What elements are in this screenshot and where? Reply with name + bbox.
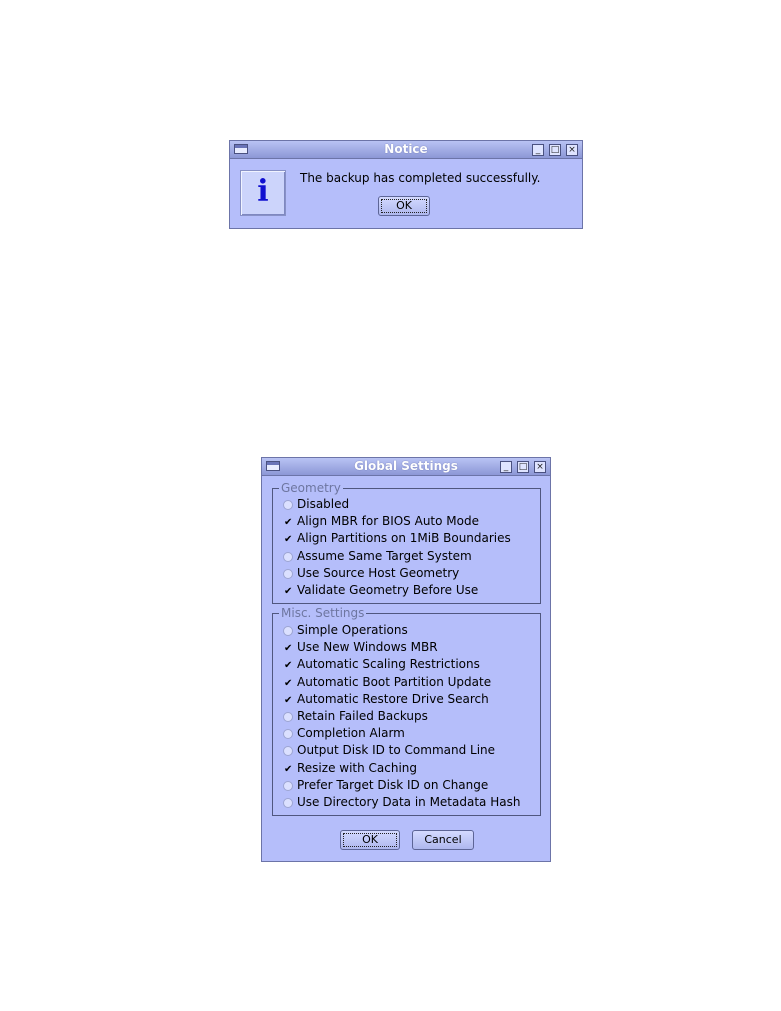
setting-option-label: Align Partitions on 1MiB Boundaries (297, 531, 511, 546)
settings-cancel-label: Cancel (424, 833, 462, 846)
misc-legend: Misc. Settings (279, 606, 367, 620)
minimize-icon[interactable]: _ (532, 144, 544, 156)
unchecked-box[interactable] (283, 626, 293, 636)
setting-option-label: Automatic Restore Drive Search (297, 691, 489, 706)
notice-title: Notice (384, 142, 428, 156)
settings-ok-label: OK (362, 833, 378, 846)
info-icon: i (240, 170, 286, 216)
setting-option-label: Completion Alarm (297, 726, 405, 741)
notice-dialog: Notice _ □ × i The backup has completed … (229, 140, 583, 229)
notice-ok-button[interactable]: OK (378, 196, 430, 216)
unchecked-box[interactable] (283, 712, 293, 722)
check-icon[interactable]: ✔ (283, 695, 293, 705)
settings-titlebar[interactable]: Global Settings _ □ × (262, 458, 550, 476)
setting-option-label: Retain Failed Backups (297, 709, 428, 723)
setting-option-label: Use Source Host Geometry (297, 565, 460, 580)
misc-settings-group: Misc. Settings Simple Operations ✔ Use New… (272, 606, 541, 816)
minimize-icon[interactable]: _ (500, 461, 512, 473)
global-settings-dialog: Global Settings _ □ × Geometry Disabled ✔… (261, 457, 551, 862)
unchecked-box[interactable] (283, 780, 293, 791)
check-icon[interactable]: ✔ (283, 764, 293, 774)
check-icon[interactable]: ✔ (283, 586, 293, 597)
check-icon[interactable]: ✔ (283, 678, 293, 688)
setting-option-label: Output Disk ID to Command Line (297, 743, 496, 758)
unchecked-box[interactable] (283, 568, 293, 579)
setting-option-label: Automatic Boot Partition Update (297, 674, 492, 689)
maximize-icon[interactable]: □ (549, 144, 561, 156)
setting-option-label: Disabled (297, 497, 350, 511)
setting-option-label: Resize with Caching (297, 760, 418, 775)
maximize-icon[interactable]: □ (517, 461, 529, 473)
unchecked-box[interactable] (283, 551, 293, 562)
geometry-group: Geometry Disabled ✔ Align MBR for BIOS Aut… (272, 481, 541, 604)
settings-ok-button[interactable]: OK (340, 830, 400, 850)
setting-option-label: Use Directory Data in Metadata Hash (297, 795, 521, 809)
setting-option-label: Use New Windows MBR (297, 640, 438, 655)
settings-cancel-button[interactable]: Cancel (412, 830, 474, 850)
setting-option-label: Automatic Scaling Restrictions (297, 657, 480, 672)
unchecked-box[interactable] (283, 798, 293, 808)
notice-titlebar[interactable]: Notice _ □ × (230, 141, 582, 159)
unchecked-box[interactable] (283, 729, 293, 740)
setting-option-label: Assume Same Target System (297, 548, 472, 563)
setting-option-label: Simple Operations (297, 623, 408, 637)
check-icon[interactable]: ✔ (283, 534, 293, 545)
notice-message: The backup has completed successfully. (300, 171, 541, 185)
unchecked-box[interactable] (283, 746, 293, 757)
close-icon[interactable]: × (566, 144, 578, 156)
check-icon[interactable]: ✔ (283, 517, 293, 528)
setting-option-label: Prefer Target Disk ID on Change (297, 777, 489, 792)
close-icon[interactable]: × (534, 461, 546, 473)
notice-ok-label: OK (396, 199, 412, 212)
unchecked-box[interactable] (283, 500, 293, 510)
info-icon-glyph: i (257, 174, 269, 209)
setting-option-label: Validate Geometry Before Use (297, 583, 479, 597)
check-icon[interactable]: ✔ (283, 660, 293, 671)
geometry-legend: Geometry (279, 481, 343, 495)
check-icon[interactable]: ✔ (283, 643, 293, 654)
setting-option-label: Align MBR for BIOS Auto Mode (297, 514, 479, 529)
